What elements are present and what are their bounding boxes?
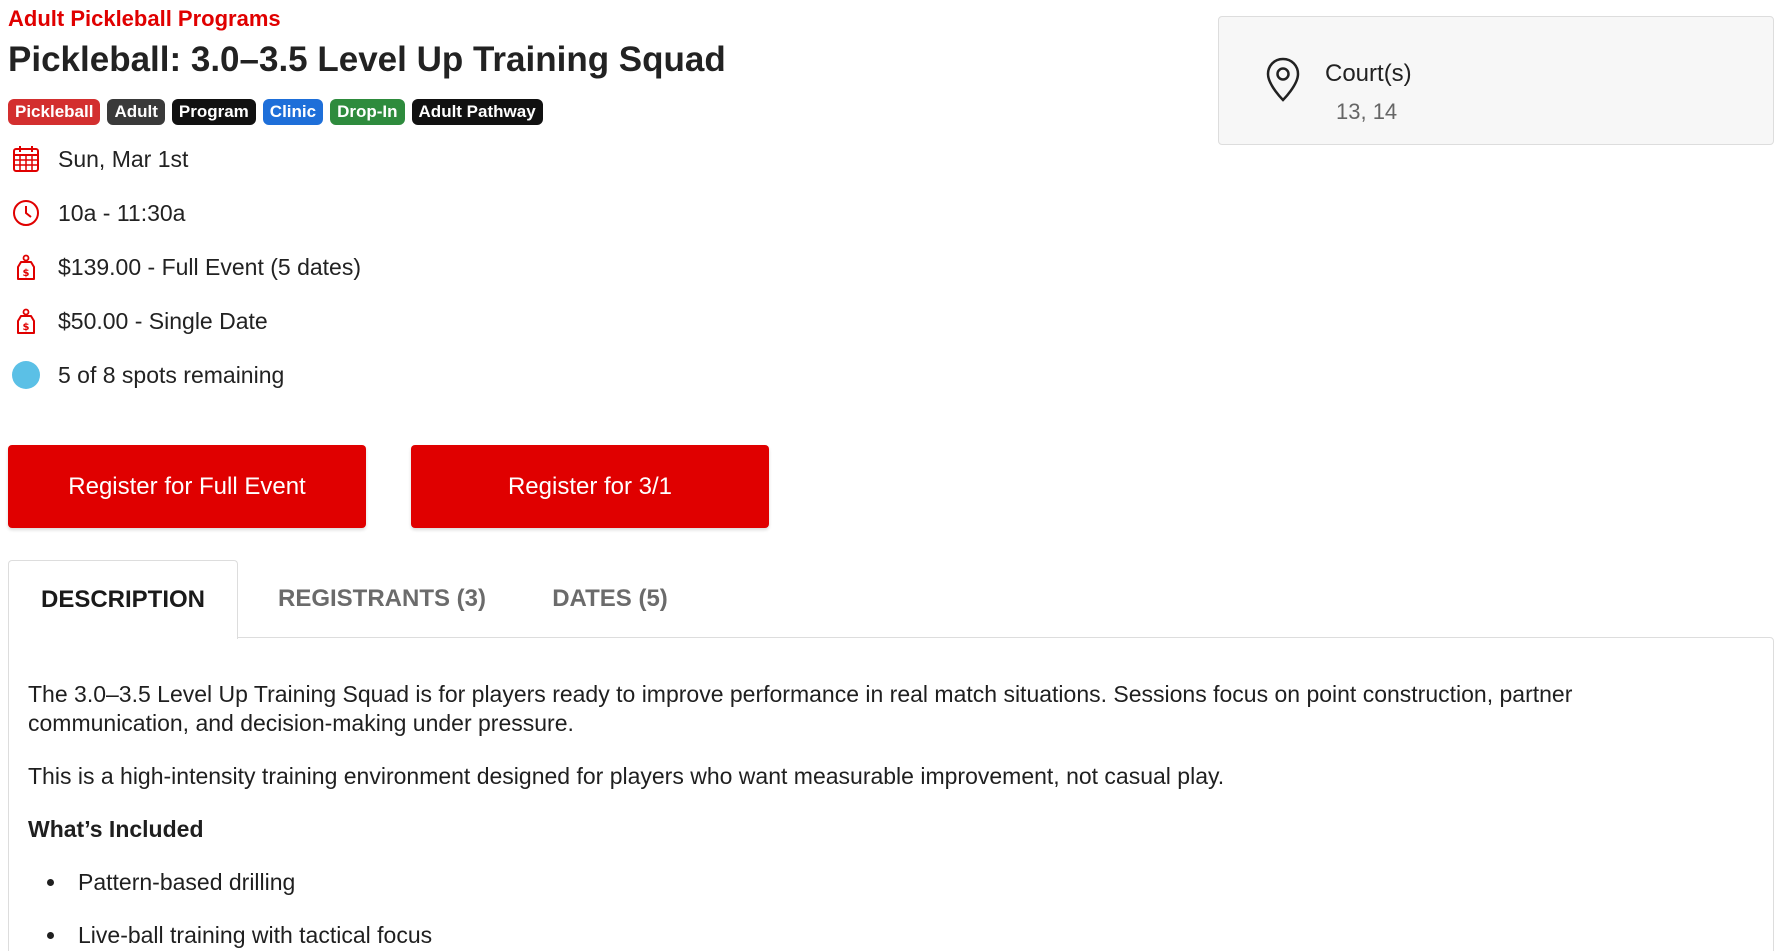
- svg-text:$: $: [23, 322, 30, 333]
- register-single-date-button[interactable]: Register for 3/1: [411, 445, 769, 528]
- spots-row: 5 of 8 spots remaining: [12, 361, 612, 415]
- tag-program: Program: [171, 99, 256, 125]
- event-date: Sun, Mar 1st: [58, 146, 189, 172]
- time-row: 10a - 11:30a: [12, 199, 612, 253]
- tab-dates[interactable]: DATES (5): [528, 560, 692, 638]
- tab-bar: DESCRIPTION REGISTRANTS (3) DATES (5): [8, 560, 1774, 639]
- location-label: Court(s): [1325, 60, 1412, 87]
- tab-registrants[interactable]: REGISTRANTS (3): [258, 560, 506, 638]
- date-row: Sun, Mar 1st: [12, 145, 612, 199]
- price-tag-icon: $: [12, 307, 40, 335]
- description-content: The 3.0–3.5 Level Up Training Squad is f…: [28, 680, 1733, 951]
- event-time: 10a - 11:30a: [58, 200, 186, 226]
- description-panel: The 3.0–3.5 Level Up Training Squad is f…: [8, 637, 1774, 951]
- tag-clinic: Clinic: [262, 99, 324, 125]
- included-list: Pattern-based drilling Live-ball trainin…: [28, 868, 1733, 950]
- description-paragraph: The 3.0–3.5 Level Up Training Squad is f…: [28, 681, 1573, 736]
- event-details: Sun, Mar 1st 10a - 11:30a $ $139.00 - Fu…: [12, 145, 612, 415]
- location-courts: 13, 14: [1336, 99, 1398, 124]
- list-item: Live-ball training with tactical focus: [68, 921, 1733, 950]
- price-single-date: $50.00 - Single Date: [58, 308, 268, 334]
- tag-adult-pathway: Adult Pathway: [411, 99, 543, 125]
- tag-drop-in: Drop-In: [330, 99, 405, 125]
- list-item: Pattern-based drilling: [68, 868, 1733, 897]
- tag-pickleball: Pickleball: [8, 99, 101, 125]
- calendar-icon: [12, 145, 40, 173]
- price-full-event: $139.00 - Full Event (5 dates): [58, 254, 361, 280]
- description-paragraph: This is a high-intensity training enviro…: [28, 763, 1225, 789]
- map-pin-icon: [1265, 57, 1301, 108]
- svg-text:$: $: [23, 268, 30, 279]
- tab-description[interactable]: DESCRIPTION: [8, 560, 238, 639]
- page-title: Pickleball: 3.0–3.5 Level Up Training Sq…: [8, 40, 726, 79]
- included-heading: What’s Included: [28, 816, 204, 842]
- price-single-row: $ $50.00 - Single Date: [12, 307, 612, 361]
- register-full-event-button[interactable]: Register for Full Event: [8, 445, 366, 528]
- location-card: Court(s) 13, 14: [1218, 16, 1774, 145]
- spots-remaining: 5 of 8 spots remaining: [58, 362, 285, 388]
- spots-indicator-icon: [12, 361, 40, 389]
- price-tag-icon: $: [12, 253, 40, 281]
- event-detail-page: Adult Pickleball Programs Pickleball: 3.…: [0, 0, 1777, 951]
- clock-icon: [12, 199, 40, 227]
- tag-list: Pickleball Adult Program Clinic Drop-In …: [8, 99, 543, 125]
- price-full-row: $ $139.00 - Full Event (5 dates): [12, 253, 612, 307]
- program-category-link[interactable]: Adult Pickleball Programs: [8, 6, 281, 32]
- tag-adult: Adult: [107, 99, 165, 125]
